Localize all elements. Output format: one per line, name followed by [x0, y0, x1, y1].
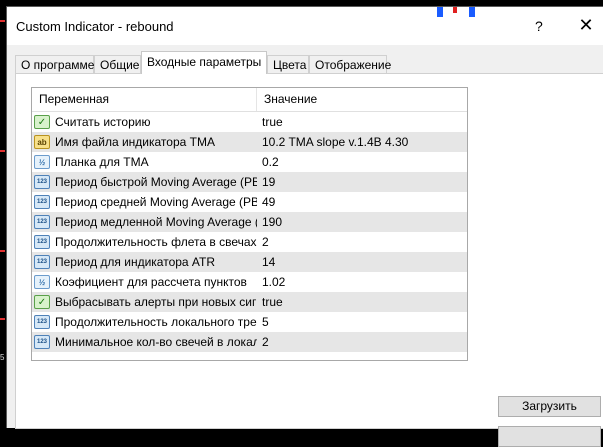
table-row[interactable]: 123 Продолжительность флета в свечах 2 — [32, 232, 467, 252]
chart-tick — [0, 150, 5, 152]
chart-artifacts — [427, 7, 537, 17]
variable-cell: ✓ Выбрасывать алерты при новых сигн... — [32, 295, 257, 309]
variable-cell: ab Имя файла индикатора TMA — [32, 135, 257, 149]
string-icon: ab — [34, 135, 50, 149]
chart-tick — [0, 250, 5, 252]
table-row[interactable]: ab Имя файла индикатора TMA 10.2 TMA slope… — [32, 132, 467, 152]
window-title: Custom Indicator - rebound — [16, 19, 174, 34]
value-cell[interactable]: 0.2 — [257, 155, 279, 169]
int-icon: 123 — [34, 315, 50, 329]
value-cell[interactable]: 14 — [257, 255, 275, 269]
chart-candle — [469, 7, 475, 17]
variable-cell: ✓ Считать историю — [32, 115, 257, 129]
value-cell[interactable]: 10.2 TMA slope v.1.4B 4.30 — [257, 135, 408, 149]
tab-inputs[interactable]: Входные параметры — [141, 51, 267, 74]
table-row[interactable]: 123 Период для индикатора ATR 14 — [32, 252, 467, 272]
variable-cell: ½ Планка для TMA — [32, 155, 257, 169]
help-button[interactable]: ? — [535, 18, 543, 34]
value-cell[interactable]: 5 — [257, 315, 269, 329]
variable-cell: 123 Период быстрой Moving Average (PBF) — [32, 175, 257, 189]
variable-cell: 123 Продолжительность флета в свечах — [32, 235, 257, 249]
table-row[interactable]: 123 Период средней Moving Average (PBF) 49 — [32, 192, 467, 212]
value-cell[interactable]: true — [257, 115, 283, 129]
value-cell[interactable]: 2 — [257, 235, 269, 249]
value-cell[interactable]: 19 — [257, 175, 275, 189]
int-icon: 123 — [34, 255, 50, 269]
custom-indicator-dialog: Custom Indicator - rebound ? ✕ О програм… — [6, 6, 603, 447]
variable-name: Минимальное кол-во свечей в локал... — [55, 335, 257, 349]
table-row[interactable]: ✓ Выбрасывать алерты при новых сигн... tru… — [32, 292, 467, 312]
variable-cell: 123 Продолжительность локального тре... — [32, 315, 257, 329]
double-icon: ½ — [34, 275, 50, 289]
variable-cell: 123 Период средней Moving Average (PBF) — [32, 195, 257, 209]
variable-name: Период медленной Moving Average (P... — [55, 215, 257, 229]
variable-name: Коэфициент для рассчета пунктов — [55, 275, 247, 289]
double-icon: ½ — [34, 155, 50, 169]
table-row[interactable]: ½ Коэфициент для рассчета пунктов 1.02 — [32, 272, 467, 292]
table-row[interactable]: 123 Продолжительность локального тре... 5 — [32, 312, 467, 332]
column-header-variable[interactable]: Переменная — [32, 88, 257, 111]
tab-common[interactable]: Общие — [94, 55, 141, 73]
value-cell[interactable]: 190 — [257, 215, 282, 229]
int-icon: 123 — [34, 175, 50, 189]
tab-colors[interactable]: Цвета — [267, 55, 309, 73]
table-row[interactable]: 123 Период медленной Moving Average (P...… — [32, 212, 467, 232]
value-cell[interactable]: 1.02 — [257, 275, 285, 289]
variable-name: Считать историю — [55, 115, 151, 129]
table-row[interactable]: 123 Минимальное кол-во свечей в локал... 2 — [32, 332, 467, 352]
close-button[interactable]: ✕ — [573, 15, 599, 36]
bool-icon: ✓ — [34, 115, 50, 129]
chart-candle — [437, 7, 443, 17]
grid-rows: ✓ Считать историю true ab Имя файла индикато… — [32, 112, 467, 352]
value-cell[interactable]: true — [257, 295, 283, 309]
chart-tick — [0, 318, 5, 320]
tab-panel-inputs: Переменная Значение ✓ Считать историю true… — [15, 73, 603, 447]
bool-icon: ✓ — [34, 295, 50, 309]
int-icon: 123 — [34, 335, 50, 349]
column-header-value[interactable]: Значение — [257, 88, 317, 111]
variable-cell: 123 Период медленной Moving Average (P... — [32, 215, 257, 229]
variable-name: Продолжительность флета в свечах — [55, 235, 257, 249]
chart-tick — [0, 20, 5, 22]
reset-button[interactable] — [498, 426, 601, 447]
value-cell[interactable]: 2 — [257, 335, 269, 349]
chart-marker — [453, 7, 457, 13]
variable-name: Период для индикатора ATR — [55, 255, 216, 269]
tab-about[interactable]: О программе — [15, 55, 94, 73]
grid-header: Переменная Значение — [32, 88, 467, 112]
int-icon: 123 — [34, 215, 50, 229]
variable-cell: 123 Минимальное кол-во свечей в локал... — [32, 335, 257, 349]
table-row[interactable]: ½ Планка для TMA 0.2 — [32, 152, 467, 172]
int-icon: 123 — [34, 235, 50, 249]
value-cell[interactable]: 49 — [257, 195, 275, 209]
table-row[interactable]: ✓ Считать историю true — [32, 112, 467, 132]
variable-cell: ½ Коэфициент для рассчета пунктов — [32, 275, 257, 289]
variable-name: Имя файла индикатора TMA — [55, 135, 215, 149]
load-button[interactable]: Загрузить — [498, 396, 601, 417]
tab-visualization[interactable]: Отображение — [309, 55, 391, 73]
variable-name: Выбрасывать алерты при новых сигн... — [55, 295, 257, 309]
chart-price-label: 5 — [0, 353, 5, 362]
variable-name: Период средней Moving Average (PBF) — [55, 195, 257, 209]
variable-name: Период быстрой Moving Average (PBF) — [55, 175, 257, 189]
table-row[interactable]: 123 Период быстрой Moving Average (PBF) 19 — [32, 172, 467, 192]
variable-cell: 123 Период для индикатора ATR — [32, 255, 257, 269]
variable-name: Продолжительность локального тре... — [55, 315, 257, 329]
parameters-grid[interactable]: Переменная Значение ✓ Считать историю true… — [31, 87, 468, 361]
variable-name: Планка для TMA — [55, 155, 149, 169]
int-icon: 123 — [34, 195, 50, 209]
